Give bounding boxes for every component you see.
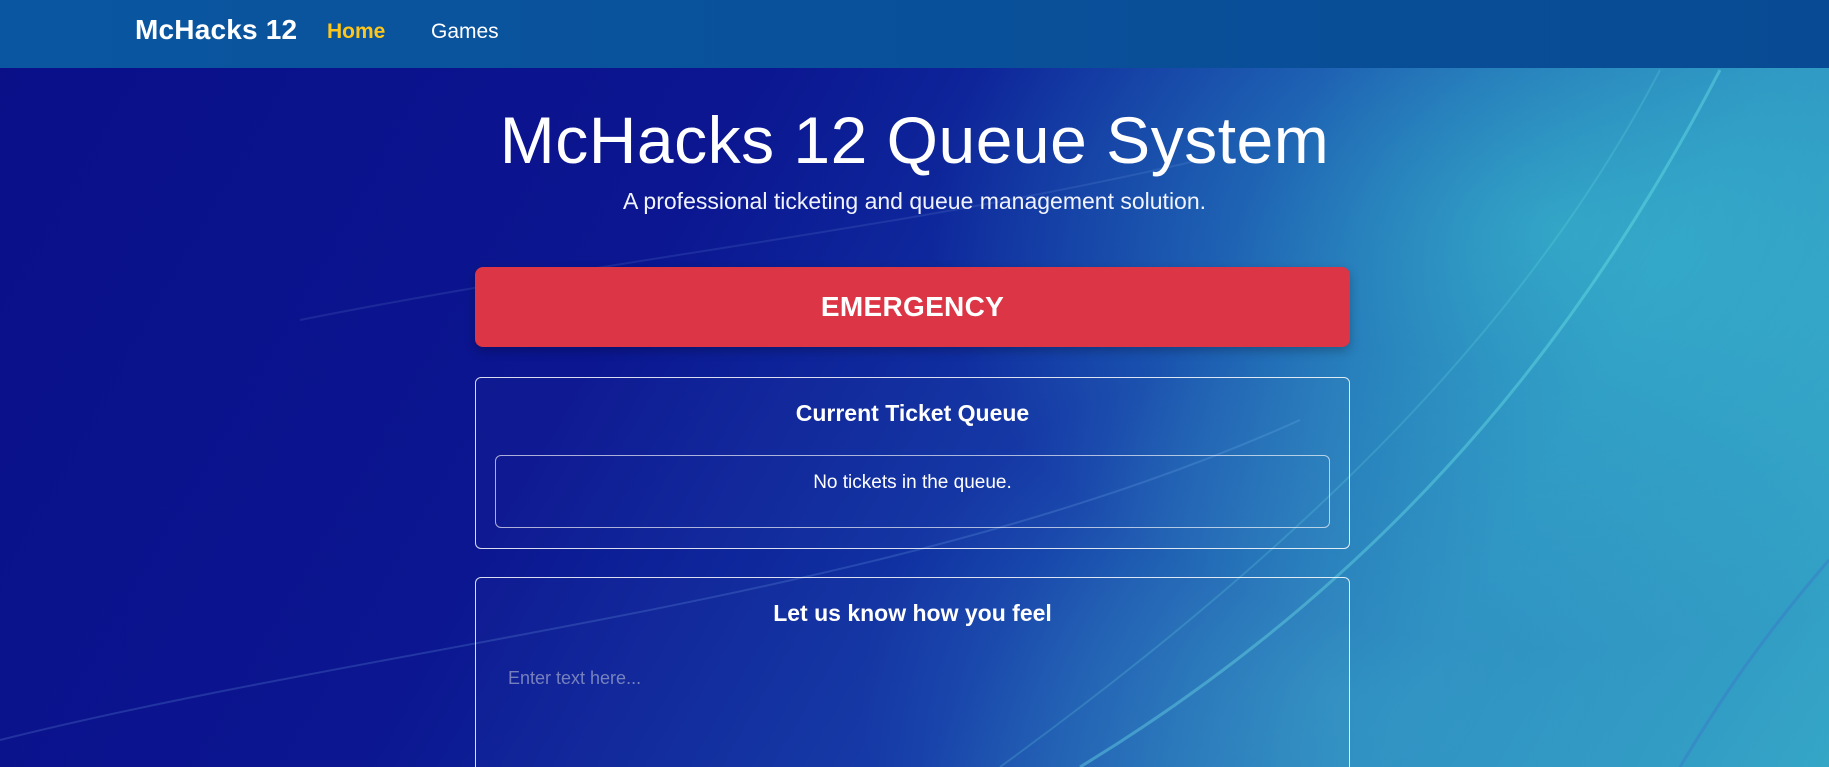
top-navbar: McHacks 12 Home Games bbox=[0, 0, 1829, 68]
queue-empty-message: No tickets in the queue. bbox=[813, 472, 1012, 493]
feedback-card: Let us know how you feel bbox=[475, 577, 1350, 767]
feedback-title: Let us know how you feel bbox=[773, 600, 1052, 626]
nav-link-home[interactable]: Home bbox=[327, 20, 385, 44]
page-subtitle: A professional ticketing and queue manag… bbox=[622, 188, 1207, 214]
emergency-button[interactable]: EMERGENCY bbox=[475, 267, 1350, 347]
nav-link-games[interactable]: Games bbox=[431, 20, 499, 44]
page-title: McHacks 12 Queue System bbox=[499, 103, 1330, 177]
ticket-queue-title: Current Ticket Queue bbox=[795, 400, 1030, 426]
ticket-queue-list: No tickets in the queue. bbox=[495, 455, 1330, 528]
ticket-queue-card: Current Ticket Queue No tickets in the q… bbox=[475, 377, 1350, 549]
feedback-input[interactable] bbox=[496, 658, 1329, 767]
main-content: McHacks 12 Queue System A professional t… bbox=[0, 68, 1829, 767]
brand-logo[interactable]: McHacks 12 bbox=[135, 14, 297, 46]
